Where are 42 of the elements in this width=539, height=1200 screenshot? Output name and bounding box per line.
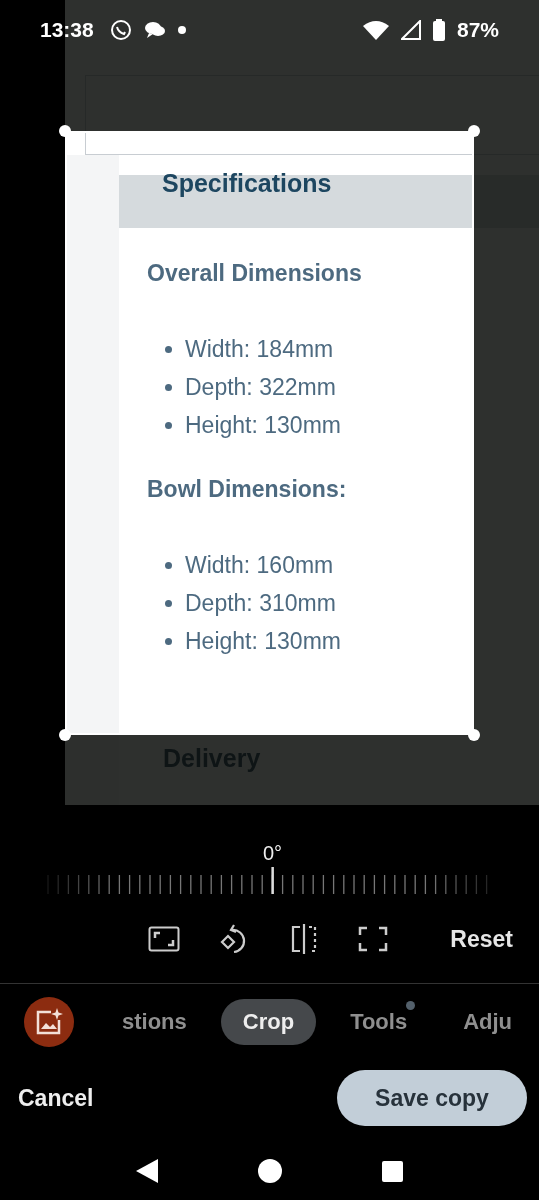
back-icon[interactable] [136,1159,158,1183]
bullet-icon [165,599,172,607]
dot-icon [177,26,186,34]
ai-edit-button[interactable] [24,997,74,1047]
home-icon[interactable] [258,1159,282,1183]
signal-icon [400,20,421,40]
message-icon [143,20,166,40]
battery-level: 87% [456,18,499,42]
bullet-icon [165,421,172,429]
image-sparkle-icon [35,1008,63,1036]
spec-item: Depth: 322mm [185,373,336,401]
spec-item: Width: 160mm [185,551,334,579]
spec-item: Depth: 310mm [185,589,336,617]
editor-tab[interactable]: Adju [441,999,513,1045]
spec-item: Height: 130mm [185,411,341,439]
aspect-ratio-icon[interactable] [148,926,180,952]
cancel-button[interactable]: Cancel [18,1084,94,1112]
wifi-icon [362,20,389,40]
crop-handle[interactable] [59,729,71,741]
angle-value: 0° [262,842,283,865]
subheading: Bowl Dimensions: [147,476,348,504]
recents-icon[interactable] [382,1160,403,1182]
editor-tab[interactable]: stions [100,999,209,1045]
subheading: Overall Dimensions [147,260,363,288]
crop-frame[interactable] [65,131,474,735]
bullet-icon [165,561,172,569]
save-copy-button[interactable]: Save copy [337,1070,527,1126]
spec-item: Height: 130mm [185,627,341,655]
chat-icon [109,19,132,41]
bullet-icon [165,345,172,353]
editor-tab[interactable]: Crop [220,999,317,1045]
clock: 13:38 [40,18,94,42]
flip-icon[interactable] [290,924,318,954]
bullet-icon [165,637,172,645]
slider-thumb[interactable] [270,867,274,894]
bullet-icon [165,383,172,391]
reset-button[interactable]: Reset [450,925,513,953]
crop-handle[interactable] [59,125,71,137]
free-crop-icon[interactable] [358,926,388,952]
spec-item: Width: 184mm [185,335,334,363]
editor-tab[interactable]: Tools [328,999,430,1045]
section-heading: Specifications [162,169,332,198]
